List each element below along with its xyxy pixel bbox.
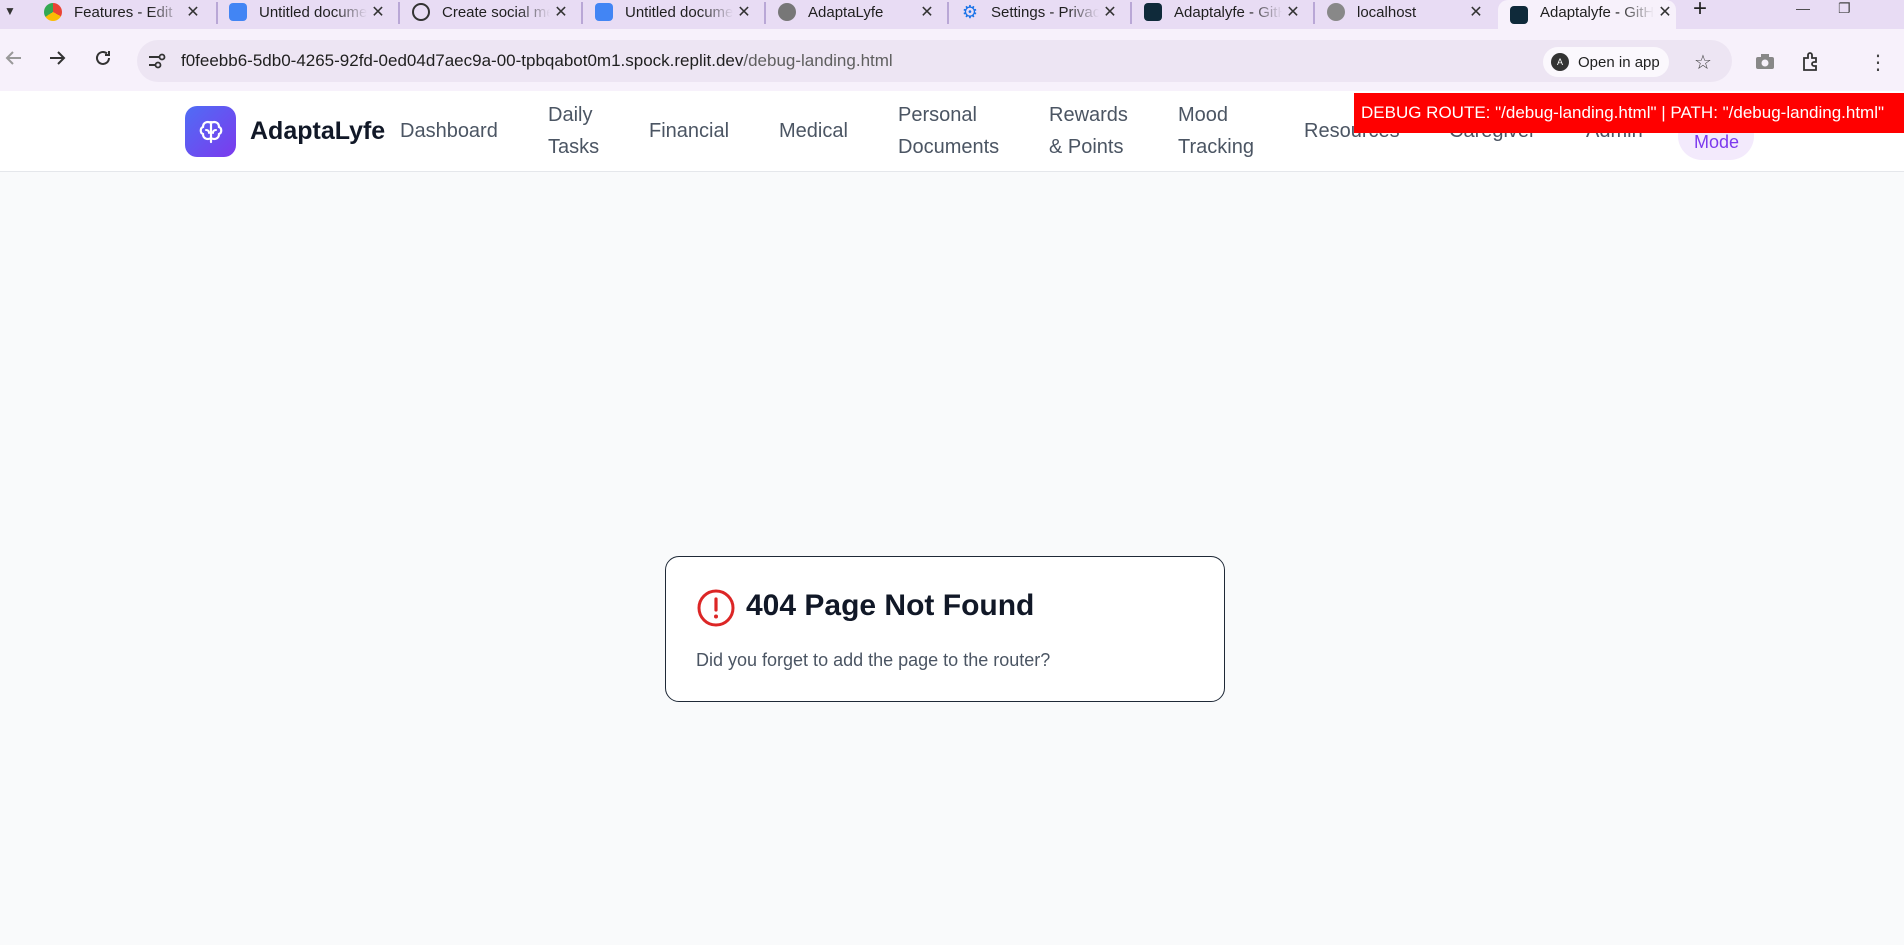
nav-label-line: Documents [898,136,1000,158]
error-message: Did you forget to add the page to the ro… [696,650,1051,670]
open-in-app-label: Open in app [1578,53,1660,71]
url-host: f0feebb6-5db0-4265-92fd-0ed04d7aec9a-00-… [181,51,744,70]
globe-icon [1327,3,1345,21]
reload-icon [96,50,110,65]
browser-tab[interactable]: Untitled document ✕ [595,0,755,24]
mode-label: Mode [1694,132,1740,152]
adaptalyfe-icon [1144,3,1162,21]
site-info-icon[interactable] [147,52,167,70]
tab-title: Adaptalyfe - GitHub [1174,3,1282,21]
nav-label-line: Rewards [1049,104,1128,126]
url-text[interactable]: f0feebb6-5db0-4265-92fd-0ed04d7aec9a-00-… [181,51,893,71]
browser-tab[interactable]: Untitled document ✕ [229,0,389,24]
nav-daily-tasks[interactable]: Daily Tasks [548,99,599,163]
tab-title: Untitled document [259,3,367,21]
tab-divider [1313,2,1315,24]
back-button[interactable] [2,46,26,70]
tab-search-chevron-icon[interactable]: ▼ [0,0,20,22]
nav-label-line: & Points [1049,136,1124,158]
nav-label-line: Mood [1178,104,1229,126]
close-icon[interactable]: ✕ [1282,2,1304,22]
close-icon[interactable]: ✕ [1099,2,1121,22]
browser-tab[interactable]: Features - Edit ✕ [44,0,204,24]
browser-tab[interactable]: Create social media ✕ [412,0,572,24]
minimize-icon[interactable]: — [1796,0,1810,22]
forward-button[interactable] [45,46,69,70]
tab-divider [398,2,400,24]
openai-icon [412,3,430,21]
nav-label-line: Personal [898,104,977,126]
nav-dashboard[interactable]: Dashboard [400,115,498,147]
browser-tab[interactable]: Adaptalyfe - GitHub ✕ [1144,0,1304,24]
nav-label-line: Tasks [548,136,600,158]
tab-title: Adaptalyfe - GitHub [1540,3,1654,21]
tab-divider [1130,2,1132,24]
browser-tab-active[interactable]: Adaptalyfe - GitHub ✕ [1498,0,1676,29]
reload-button[interactable] [91,46,115,70]
nav-label-line: Tracking [1178,136,1254,158]
browser-tab[interactable]: localhost ✕ [1327,0,1487,24]
tab-divider [216,2,218,24]
restore-icon[interactable]: ❐ [1838,0,1851,22]
nav-financial[interactable]: Financial [649,115,729,147]
settings-gear-icon: ⚙ [961,1,979,22]
close-icon[interactable]: ✕ [367,2,389,22]
tab-title: Settings - Privacy [991,3,1099,21]
nav-rewards-points[interactable]: Rewards & Points [1049,99,1128,163]
browser-tab[interactable]: AdaptaLyfe ✕ [778,0,938,24]
bookmark-star-icon[interactable]: ☆ [1690,49,1716,75]
tab-divider [581,2,583,24]
url-path: /debug-landing.html [743,51,893,70]
tab-title: Features - Edit [74,3,173,21]
not-found-card [665,556,1225,702]
arrow-right-icon [50,51,66,65]
nav-label-line: Daily [548,104,593,126]
nav-mood-tracking[interactable]: Mood Tracking [1178,99,1254,163]
error-title: 404 Page Not Found [746,589,1035,622]
chrome-icon [44,3,62,21]
adaptalyfe-icon [1510,5,1528,24]
close-icon[interactable]: ✕ [733,2,755,22]
brain-logo-icon[interactable] [185,106,236,157]
close-icon[interactable]: ✕ [550,2,572,22]
close-icon[interactable]: ✕ [1654,2,1676,22]
tab-divider [947,2,949,24]
arrow-left-icon [5,51,21,65]
tab-divider [764,2,766,24]
kebab-menu-icon[interactable]: ⋮ [1865,49,1891,75]
camera-icon[interactable] [1752,49,1778,75]
close-icon[interactable]: ✕ [1465,2,1487,22]
nav-medical[interactable]: Medical [779,115,848,147]
globe-icon [778,3,796,21]
close-icon[interactable]: ✕ [182,2,204,22]
close-icon[interactable]: ✕ [916,2,938,22]
open-in-app-button[interactable]: A Open in app [1543,47,1669,77]
extensions-icon[interactable] [1798,49,1824,75]
tab-title: AdaptaLyfe [808,3,884,21]
brand-name[interactable]: AdaptaLyfe [250,117,385,146]
nav-personal-documents[interactable]: Personal Documents [898,99,999,163]
new-tab-button[interactable]: + [1686,0,1714,22]
tab-title: Create social media [442,3,550,21]
browser-tab[interactable]: ⚙ Settings - Privacy ✕ [961,0,1121,24]
google-docs-icon [229,3,247,21]
alert-circle-icon [697,589,735,627]
debug-route-banner: DEBUG ROUTE: "/debug-landing.html" | PAT… [1354,93,1904,133]
tab-title: Untitled document [625,3,733,21]
tab-title: localhost [1357,3,1417,21]
app-badge-icon: A [1551,53,1569,71]
google-docs-icon [595,3,613,21]
